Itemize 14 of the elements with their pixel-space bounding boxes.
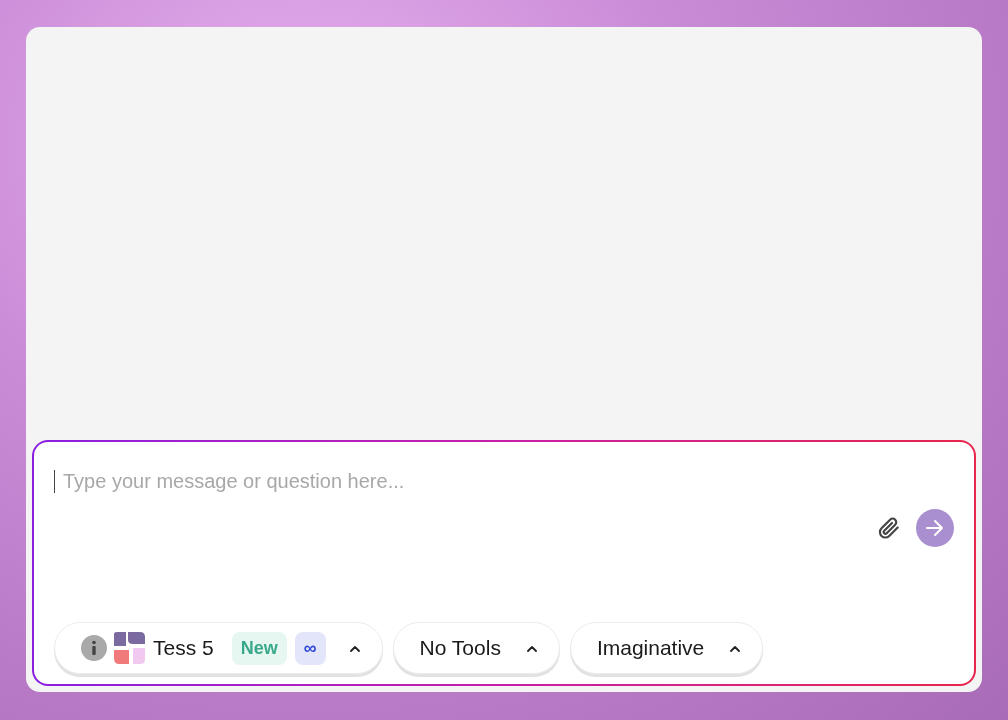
caret-icon [730, 644, 741, 652]
caret-icon [526, 644, 537, 652]
message-input[interactable]: Type your message or question here... [54, 470, 971, 493]
model-selector[interactable]: Tess 5 New ∞ [54, 622, 383, 674]
info-icon [81, 635, 107, 661]
caret-icon [349, 644, 360, 652]
new-badge: New [231, 631, 287, 665]
logo-icon [113, 632, 145, 664]
option-selector[interactable]: No Tools [392, 622, 560, 674]
option-selector[interactable]: Imaginative [569, 622, 764, 674]
arrow-icon [925, 519, 945, 537]
send-button[interactable] [916, 509, 954, 547]
unlimited-badge: ∞ [294, 631, 326, 665]
paperclip-icon[interactable] [876, 515, 902, 541]
